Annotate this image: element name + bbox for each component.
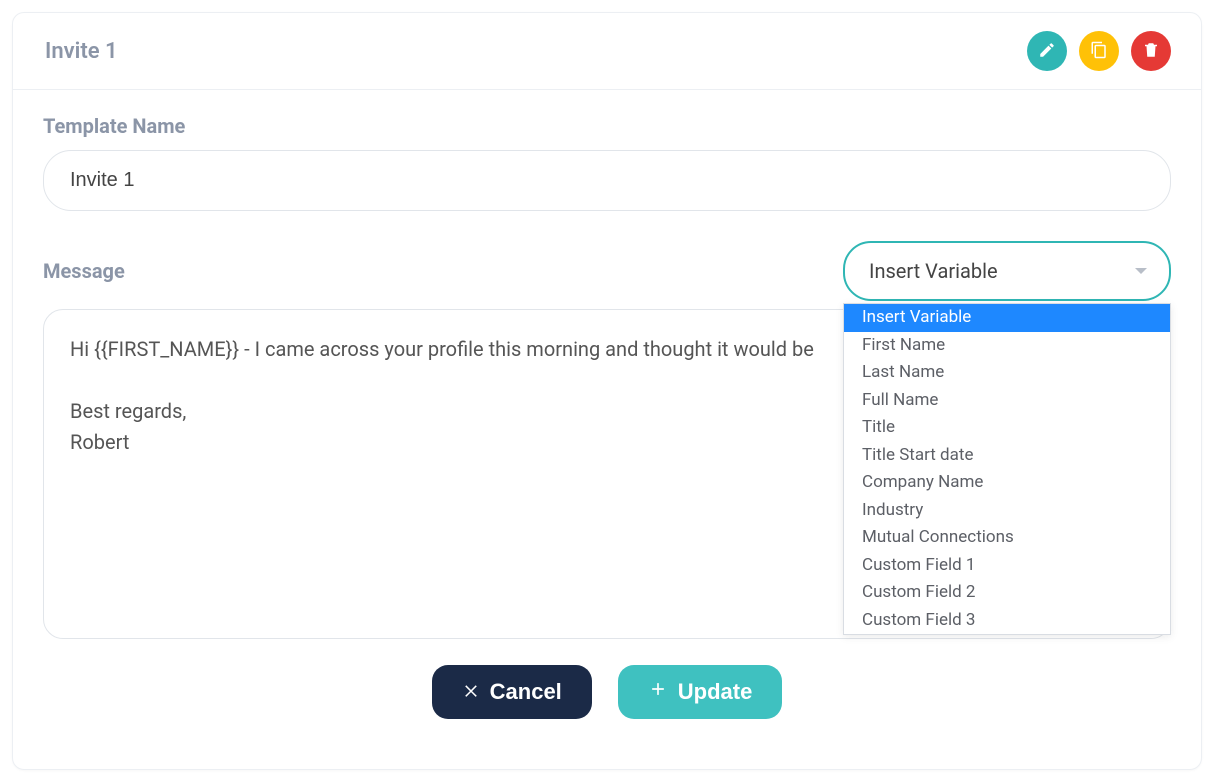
update-label: Update bbox=[678, 679, 753, 705]
action-icons bbox=[1027, 31, 1171, 71]
dropdown-option[interactable]: Company Name bbox=[844, 469, 1170, 497]
pencil-icon bbox=[1038, 41, 1056, 62]
variable-select-wrap: Insert Variable Insert Variable First Na… bbox=[843, 241, 1171, 301]
card-header: Invite 1 bbox=[13, 13, 1201, 90]
copy-button[interactable] bbox=[1079, 31, 1119, 71]
edit-button[interactable] bbox=[1027, 31, 1067, 71]
dropdown-option[interactable]: Industry bbox=[844, 497, 1170, 525]
dropdown-option[interactable]: Custom Field 2 bbox=[844, 579, 1170, 607]
copy-icon bbox=[1090, 41, 1108, 62]
footer-buttons: Cancel Update bbox=[43, 643, 1171, 745]
template-editor-card: Invite 1 Template Name Message bbox=[12, 12, 1202, 770]
dropdown-option[interactable]: Mutual Connections bbox=[844, 524, 1170, 552]
close-icon bbox=[462, 679, 480, 705]
dropdown-option[interactable]: Full Name bbox=[844, 387, 1170, 415]
chevron-down-icon bbox=[1135, 268, 1147, 274]
dropdown-option[interactable]: Title bbox=[844, 414, 1170, 442]
dropdown-option[interactable]: Custom Field 3 bbox=[844, 607, 1170, 635]
update-button[interactable]: Update bbox=[618, 665, 783, 719]
dropdown-option[interactable]: Custom Field 1 bbox=[844, 552, 1170, 580]
template-name-input[interactable] bbox=[43, 150, 1171, 211]
select-value: Insert Variable bbox=[869, 259, 998, 283]
card-body: Template Name Message Insert Variable In… bbox=[13, 90, 1201, 769]
dropdown-option[interactable]: Title Start date bbox=[844, 442, 1170, 470]
cancel-button[interactable]: Cancel bbox=[432, 665, 592, 719]
card-title: Invite 1 bbox=[45, 39, 118, 64]
insert-variable-select[interactable]: Insert Variable bbox=[843, 241, 1171, 301]
plus-icon bbox=[648, 679, 668, 705]
variable-dropdown: Insert Variable First Name Last Name Ful… bbox=[843, 303, 1171, 635]
delete-button[interactable] bbox=[1131, 31, 1171, 71]
message-label: Message bbox=[43, 259, 125, 283]
cancel-label: Cancel bbox=[490, 679, 562, 705]
dropdown-option[interactable]: Insert Variable bbox=[844, 304, 1170, 332]
dropdown-option[interactable]: First Name bbox=[844, 332, 1170, 360]
template-name-label: Template Name bbox=[43, 114, 1171, 138]
dropdown-option[interactable]: Last Name bbox=[844, 359, 1170, 387]
message-row: Message Insert Variable Insert Variable … bbox=[43, 241, 1171, 301]
trash-icon bbox=[1142, 41, 1160, 62]
